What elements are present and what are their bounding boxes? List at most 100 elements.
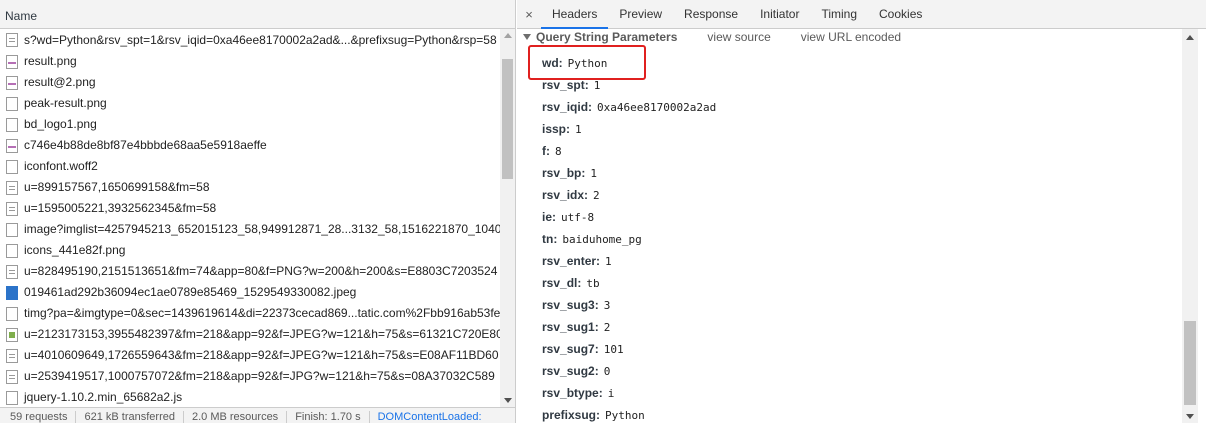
param-value: i [607,387,615,400]
param-key: ie: [542,210,557,224]
request-row[interactable]: u=2539419517,1000757072&fm=218&app=92&f=… [0,366,500,387]
doc-icon [6,180,18,195]
query-param-row: rsv_sug7: 101 [542,338,716,360]
tab-preview[interactable]: Preview [608,0,673,29]
query-params-list: wd: Python rsv_spt: 1 rsv_iqid: 0xa46ee817000… [528,45,716,423]
doc-icon [6,369,18,384]
file-icon [6,117,18,132]
scroll-down-arrow-icon[interactable] [504,398,512,403]
scroll-up-arrow-icon[interactable] [504,33,512,38]
image-thumb-icon [6,327,18,342]
query-param-row: prefixsug: Python [542,404,716,423]
request-name: bd_logo1.png [24,117,97,131]
param-key: rsv_sug1: [542,320,599,334]
request-row[interactable]: icons_441e82f.png [0,240,500,261]
query-param-row: rsv_btype: i [542,382,716,404]
param-value: Python [605,409,645,422]
file-icon [6,159,18,174]
request-row[interactable]: iconfont.woff2 [0,156,500,177]
request-row[interactable]: result@2.png [0,72,500,93]
request-row[interactable]: u=4010609649,1726559643&fm=218&app=92&f=… [0,345,500,366]
param-value: 101 [603,343,624,356]
query-param-row: rsv_sug2: 0 [542,360,716,382]
headers-content: Query String Parameters view source view… [517,29,1182,423]
request-row[interactable]: 019461ad292b36094ec1ae0789e85469_1529549… [0,282,500,303]
param-key: rsv_bp: [542,166,586,180]
request-name: s?wd=Python&rsv_spt=1&rsv_iqid=0xa46ee81… [24,32,497,47]
param-key: issp: [542,122,571,136]
param-key: tn: [542,232,558,246]
finish-time: Finish: 1.70 s [295,411,370,423]
request-row[interactable]: timg?pa=&imgtype=0&sec=1439619614&di=223… [0,303,500,324]
param-value: 2 [603,321,611,334]
detail-scrollbar[interactable] [1182,29,1198,423]
image-icon [6,75,18,90]
view-url-encoded-link[interactable]: view URL encoded [801,30,901,46]
request-row[interactable]: image?imglist=4257945213_652015123_58,94… [0,219,500,240]
detail-tab-bar: × Headers Preview Response Initiator Timing C… [517,0,1206,29]
request-name: icons_441e82f.png [24,243,126,257]
request-row[interactable]: c746e4b88de8bf87e4bbbde68aa5e5918aeffe [0,135,500,156]
request-name: u=4010609649,1726559643&fm=218&app=92&f=… [24,348,499,362]
close-detail-icon[interactable]: × [517,7,541,22]
dom-content-loaded-time: DOMContentLoaded: [377,411,482,423]
request-name: u=899157567,1650699158&fm=58 [24,180,210,194]
query-param-row: rsv_sug1: 2 [542,316,716,338]
param-key: rsv_spt: [542,78,589,92]
query-param-row: rsv_idx: 2 [542,184,716,206]
image-icon [6,54,18,69]
query-param-row: ie: utf-8 [542,206,716,228]
file-icon [6,243,18,258]
image-icon [6,138,18,153]
request-row[interactable]: u=1595005221,3932562345&fm=58 [0,198,500,219]
query-string-section-header[interactable]: Query String Parameters view source view… [522,30,931,46]
request-name: image?imglist=4257945213_652015123_58,94… [24,222,500,236]
tab-response[interactable]: Response [673,0,749,29]
request-row[interactable]: u=828495190,2151513651&fm=74&app=80&f=PN… [0,261,500,282]
request-row[interactable]: s?wd=Python&rsv_spt=1&rsv_iqid=0xa46ee81… [0,29,500,51]
request-row[interactable]: bd_logo1.png [0,114,500,135]
request-count: 59 requests [10,411,77,423]
param-key: rsv_iqid: [542,100,593,114]
scrollbar-thumb[interactable] [502,59,513,179]
name-column-header[interactable]: Name [0,0,515,29]
scroll-down-arrow-icon[interactable] [1186,414,1194,419]
request-list-scrollbar[interactable] [500,29,515,407]
request-name: u=828495190,2151513651&fm=74&app=80&f=PN… [24,264,498,278]
view-source-link[interactable]: view source [707,30,770,46]
scrollbar-thumb[interactable] [1184,321,1196,405]
tab-headers[interactable]: Headers [541,0,609,29]
tab-cookies[interactable]: Cookies [868,0,933,29]
network-summary-bar: 59 requests 621 kB transferred 2.0 MB re… [0,407,515,423]
request-name: c746e4b88de8bf87e4bbbde68aa5e5918aeffe [24,138,267,152]
tab-timing[interactable]: Timing [810,0,868,29]
request-row[interactable]: jquery-1.10.2.min_65682a2.js [0,387,500,407]
doc-icon [6,201,18,216]
param-value: baiduhome_pg [562,233,642,246]
param-value: 1 [590,167,597,180]
file-icon [6,306,18,321]
param-key: f: [542,144,550,158]
scroll-up-arrow-icon[interactable] [1186,35,1194,40]
request-row[interactable]: peak-result.png [0,93,500,114]
query-param-row: issp: 1 [542,118,716,140]
file-icon [6,390,18,405]
section-title: Query String Parameters [536,30,678,44]
request-name: u=1595005221,3932562345&fm=58 [24,201,217,215]
request-row[interactable]: u=2123173153,3955482397&fm=218&app=92&f=… [0,324,500,345]
collapse-triangle-icon[interactable] [523,34,531,40]
network-request-list-panel: Name s?wd=Python&rsv_spt=1&rsv_iqid=0xa4… [0,0,516,423]
request-name: u=2539419517,1000757072&fm=218&app=92&f=… [24,369,495,383]
query-param-row: rsv_enter: 1 [542,250,716,272]
file-icon [6,222,18,237]
param-value: tb [586,277,600,290]
request-name: timg?pa=&imgtype=0&sec=1439619614&di=223… [24,306,500,320]
request-name: peak-result.png [24,96,107,110]
request-row[interactable]: u=899157567,1650699158&fm=58 [0,177,500,198]
param-key: prefixsug: [542,408,601,422]
request-name: jquery-1.10.2.min_65682a2.js [24,390,183,404]
request-row[interactable]: result.png [0,51,500,72]
doc-icon [6,348,18,363]
tab-initiator[interactable]: Initiator [749,0,810,29]
param-value: utf-8 [561,211,595,224]
